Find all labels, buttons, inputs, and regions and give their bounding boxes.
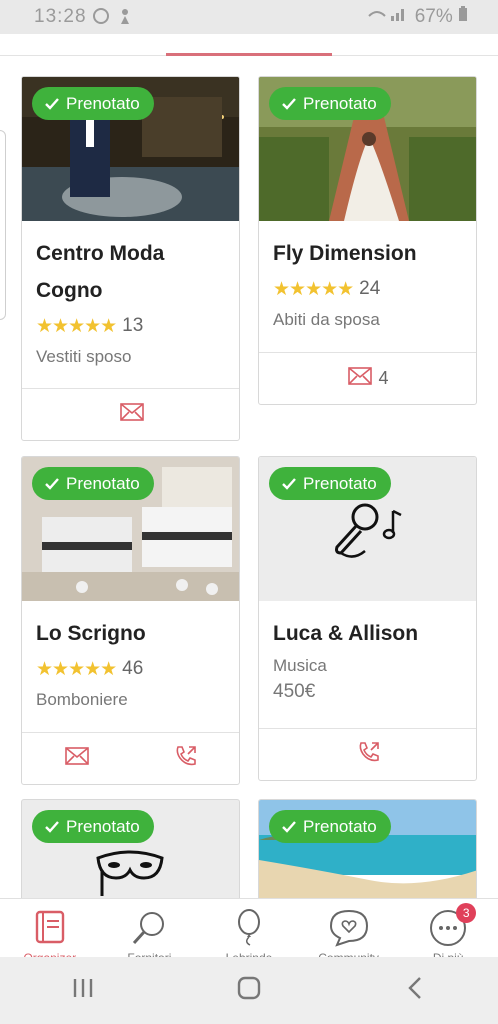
- card-body: Fly Dimension ★★★★★ 24 Abiti da sposa: [259, 221, 476, 342]
- search-icon: [133, 912, 165, 945]
- rating: ★★★★★ 13: [36, 313, 225, 339]
- microphone-icon: [335, 503, 402, 558]
- booked-badge: Prenotato: [32, 810, 154, 843]
- status-time: 13:28: [34, 6, 87, 27]
- notification-badge: 3: [456, 903, 477, 923]
- message-button[interactable]: [348, 367, 373, 390]
- side-drawer-handle[interactable]: [0, 130, 6, 320]
- booked-label: Prenotato: [66, 817, 140, 836]
- card-actions: [22, 732, 239, 784]
- booked-label: Prenotato: [303, 94, 377, 113]
- card-actions: [22, 388, 239, 440]
- vendor-price: 450€: [273, 681, 316, 702]
- tab-strip: [0, 34, 498, 56]
- status-right: 67%: [367, 6, 468, 28]
- message-button[interactable]: [64, 747, 89, 770]
- home-button[interactable]: [219, 976, 279, 1005]
- card-actions: 4: [259, 352, 476, 404]
- planner-icon: [35, 910, 64, 944]
- signal-icon: [368, 9, 405, 21]
- review-count: 13: [122, 315, 144, 336]
- review-count: 24: [359, 278, 381, 299]
- call-button[interactable]: [357, 740, 381, 769]
- recent-apps-icon: [73, 979, 93, 997]
- back-icon: [408, 977, 421, 999]
- nav-fornitori[interactable]: Fornitori: [109, 909, 189, 965]
- vendor-title[interactable]: Fly Dimension: [273, 235, 462, 272]
- battery-level: 67%: [414, 6, 453, 27]
- vendor-photo: Prenotato: [22, 77, 239, 221]
- nav-community[interactable]: Community: [309, 909, 389, 965]
- bottom-nav: Organizer Fornitori Lebrinde Community 3…: [0, 898, 498, 965]
- message-count: 4: [378, 368, 389, 388]
- booked-badge: Prenotato: [32, 87, 154, 120]
- vendor-category: Bomboniere: [36, 690, 128, 709]
- vendor-category: Abiti da sposa: [273, 310, 380, 329]
- vendor-card-centro-moda[interactable]: Prenotato Centro Moda Cogno ★★★★★ 13 Vest…: [21, 76, 240, 441]
- recent-apps-button[interactable]: [53, 977, 113, 1004]
- booked-badge: Prenotato: [269, 810, 391, 843]
- envelope-icon: [64, 747, 89, 765]
- vendor-category: Vestiti sposo: [36, 347, 132, 366]
- mask-icon: [96, 850, 164, 896]
- rating-stars: ★★★★★: [273, 278, 354, 300]
- vendor-photo-placeholder: Prenotato: [259, 457, 476, 601]
- card-body: Luca & Allison Musica 450€: [259, 601, 476, 716]
- booked-badge: Prenotato: [32, 467, 154, 500]
- battery-icon: [459, 6, 467, 21]
- vendor-card-6[interactable]: Prenotato: [258, 799, 477, 909]
- review-count: 46: [122, 658, 144, 679]
- vendor-title[interactable]: Lo Scrigno: [36, 615, 225, 652]
- active-tab-indicator: [166, 53, 332, 56]
- status-bar: 13:28 67%: [0, 0, 498, 34]
- booked-label: Prenotato: [303, 817, 377, 836]
- phone-outgoing-icon: [176, 746, 197, 766]
- rating: ★★★★★ 24: [273, 276, 462, 302]
- booked-badge: Prenotato: [269, 467, 391, 500]
- vendor-title[interactable]: Centro Moda Cogno: [36, 235, 225, 309]
- vendor-photo: Prenotato: [259, 77, 476, 221]
- booked-badge: Prenotato: [269, 87, 391, 120]
- vendor-category: Musica: [273, 656, 327, 675]
- phone-outgoing-icon: [359, 742, 379, 762]
- vendor-title-line2: Cogno: [36, 279, 103, 302]
- rating-stars: ★★★★★: [36, 315, 117, 337]
- vendor-card-fly-dimension[interactable]: Prenotato Fly Dimension ★★★★★ 24 Abiti d…: [258, 76, 477, 405]
- vendor-photo: Prenotato: [22, 457, 239, 601]
- vendor-card-5[interactable]: Prenotato: [21, 799, 240, 909]
- envelope-icon: [119, 403, 144, 421]
- back-button[interactable]: [385, 976, 445, 1005]
- booked-label: Prenotato: [66, 474, 140, 493]
- system-nav-bar: [0, 957, 498, 1024]
- message-button[interactable]: [119, 403, 144, 426]
- vendor-card-luca-allison[interactable]: Prenotato Luca & Allison Musica 450€: [258, 456, 477, 781]
- vendor-title[interactable]: Luca & Allison: [273, 615, 462, 652]
- booked-label: Prenotato: [66, 94, 140, 113]
- card-body: Centro Moda Cogno ★★★★★ 13 Vestiti sposo: [22, 221, 239, 379]
- call-button[interactable]: [174, 744, 198, 773]
- card-body: Lo Scrigno ★★★★★ 46 Bomboniere: [22, 601, 239, 722]
- vendor-card-lo-scrigno[interactable]: Prenotato Lo Scrigno ★★★★★ 46 Bomboniere: [21, 456, 240, 785]
- rating: ★★★★★ 46: [36, 656, 225, 682]
- vendor-title-line1: Centro Moda: [36, 242, 165, 265]
- nav-more[interactable]: 3 Di più: [408, 903, 488, 965]
- nav-organizer[interactable]: Organizer: [10, 909, 90, 965]
- nav-lebrinde[interactable]: Lebrinde: [209, 909, 289, 965]
- chat-heart-icon: [329, 909, 368, 947]
- booked-label: Prenotato: [303, 474, 377, 493]
- card-actions: [259, 728, 476, 780]
- envelope-icon: [348, 367, 373, 385]
- rating-stars: ★★★★★: [36, 658, 117, 680]
- notification-icons: [92, 6, 136, 31]
- home-icon: [237, 976, 261, 1000]
- balloon-icon: [237, 909, 260, 946]
